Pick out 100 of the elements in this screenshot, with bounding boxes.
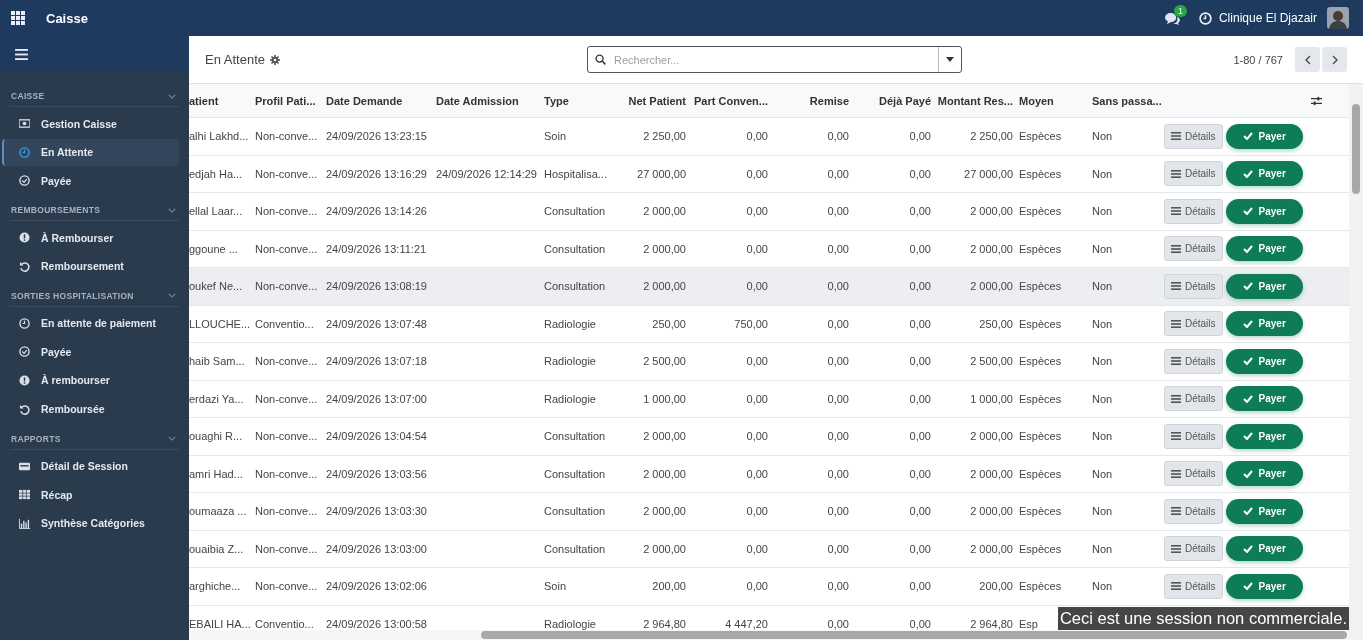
section-heading: REMBOURSEMENTS: [10, 205, 101, 216]
pay-button[interactable]: Payer: [1225, 536, 1303, 562]
chevron-icon[interactable]: [168, 93, 176, 99]
sidebar-item[interactable]: Payée: [2, 167, 179, 195]
company-name[interactable]: Clinique El Djazair: [1218, 11, 1317, 25]
pager-value[interactable]: 1-80 / 767: [1233, 53, 1283, 66]
chevron-icon[interactable]: [168, 207, 176, 213]
sidebar-item[interactable]: Remboursée: [2, 395, 179, 423]
column-header[interactable]: Part Conven...: [694, 94, 768, 107]
column-header[interactable]: Type: [544, 94, 574, 107]
clock-icon[interactable]: [1198, 11, 1212, 25]
details-button[interactable]: Détails: [1164, 311, 1223, 337]
chevron-icon[interactable]: [168, 293, 176, 299]
chevron-icon[interactable]: [168, 436, 176, 442]
table-cell: 2 500,00: [643, 355, 686, 368]
column-header[interactable]: Remise: [809, 94, 849, 107]
sidebar-item[interactable]: À rembourser: [2, 366, 179, 394]
table-cell: 0,00: [909, 430, 931, 443]
table-cell-text: Non-conve...: [255, 430, 319, 443]
vertical-scrollbar[interactable]: [1349, 84, 1363, 640]
user-avatar[interactable]: [1327, 7, 1349, 29]
table-row[interactable]: oukef Ne... Non-conve... 24/09/2026 13:08:19 Consultation 2 000,00 0,00 0,00 0,00 2 000,00 Espèces Non Détails Payer: [189, 268, 1349, 306]
table-cell: 0,00: [827, 317, 849, 330]
table-cell-text: 24/09/2026 13:16:29: [326, 167, 428, 180]
table-cell-text: ouaibia Z...: [189, 542, 245, 555]
chart-icon: [19, 517, 30, 529]
gear-icon[interactable]: [270, 54, 280, 65]
sidebar-item[interactable]: À Rembourser: [2, 224, 179, 252]
details-button[interactable]: Détails: [1164, 498, 1223, 524]
sidebar-item[interactable]: Payée: [2, 338, 179, 366]
table-cell-text: Conventio...: [255, 617, 315, 630]
pay-button[interactable]: Payer: [1225, 311, 1303, 337]
table-cell: 2 964,80: [970, 617, 1013, 630]
table-cell: 0,00: [746, 392, 768, 405]
horizontal-scrollbar[interactable]: [189, 630, 1349, 640]
details-button[interactable]: Détails: [1164, 161, 1223, 187]
column-header[interactable]: Déjà Payé: [879, 94, 931, 107]
section-heading: CAISSE: [10, 91, 45, 101]
details-button[interactable]: Détails: [1164, 461, 1223, 487]
app-title: Caisse: [46, 10, 88, 26]
apps-grid-icon[interactable]: [11, 11, 25, 25]
table-cell: 2 000,00: [643, 430, 686, 443]
table-cell-text: Non: [1092, 467, 1114, 480]
details-button[interactable]: Détails: [1164, 198, 1223, 224]
column-header[interactable]: Moyen: [1019, 94, 1059, 107]
sidebar-item[interactable]: Remboursement: [2, 252, 179, 280]
pay-button[interactable]: Payer: [1225, 236, 1303, 262]
search-field[interactable]: Rechercher...: [587, 46, 962, 73]
sidebar-item[interactable]: En Attente: [2, 138, 179, 166]
details-button[interactable]: Détails: [1164, 386, 1223, 412]
table-cell: 0,00: [827, 242, 849, 255]
details-button[interactable]: Détails: [1164, 273, 1223, 299]
pay-button[interactable]: Payer: [1225, 461, 1303, 487]
column-settings-icon[interactable]: [1311, 95, 1322, 106]
search-input[interactable]: Rechercher...: [612, 52, 938, 67]
column-header[interactable]: Date Admission: [436, 94, 524, 107]
details-button[interactable]: Détails: [1164, 536, 1223, 562]
pay-button[interactable]: Payer: [1225, 273, 1303, 299]
sidebar-item[interactable]: Synthèse Catégories: [2, 509, 179, 537]
pay-button[interactable]: Payer: [1225, 386, 1303, 412]
table-cell-text: Non-conve...: [255, 167, 319, 180]
list-icon: [1171, 132, 1181, 141]
column-header[interactable]: Date Demande: [326, 94, 408, 107]
table-cell: 2 000,00: [643, 280, 686, 293]
column-header[interactable]: Profil Pati...: [255, 94, 321, 107]
details-button[interactable]: Détails: [1164, 123, 1223, 149]
column-header[interactable]: atient: [189, 94, 224, 107]
column-header[interactable]: Montant Res...: [937, 94, 1013, 107]
sidebar-item[interactable]: Récap: [2, 481, 179, 509]
pay-button[interactable]: Payer: [1225, 123, 1303, 149]
list-icon: [1171, 432, 1181, 441]
table-cell-text: Espèces: [1019, 242, 1063, 255]
table-cell: 0,00: [909, 617, 931, 630]
pay-button[interactable]: Payer: [1225, 573, 1303, 599]
sidebar-item[interactable]: Détail de Session: [2, 452, 179, 480]
list-icon: [1171, 169, 1181, 178]
table-cell: 0,00: [827, 355, 849, 368]
list-icon: [1171, 394, 1181, 403]
details-button[interactable]: Détails: [1164, 423, 1223, 449]
table-cell: 0,00: [746, 430, 768, 443]
menu-icon[interactable]: [15, 48, 28, 60]
table-cell: 2 250,00: [643, 130, 686, 143]
details-button[interactable]: Détails: [1164, 348, 1223, 374]
details-button[interactable]: Détails: [1164, 236, 1223, 262]
sidebar-item[interactable]: En attente de paiement: [2, 309, 179, 337]
table-cell: 0,00: [909, 542, 931, 555]
pay-button[interactable]: Payer: [1225, 498, 1303, 524]
column-header[interactable]: Sans passa...: [1092, 94, 1164, 107]
caret-icon[interactable]: [946, 57, 954, 62]
table-cell-text: Non: [1092, 205, 1114, 218]
pay-button[interactable]: Payer: [1225, 348, 1303, 374]
pay-button[interactable]: Payer: [1225, 161, 1303, 187]
sidebar-item[interactable]: Gestion Caisse: [2, 110, 179, 137]
pay-button[interactable]: Payer: [1225, 423, 1303, 449]
pay-button[interactable]: Payer: [1225, 198, 1303, 224]
column-header[interactable]: Net Patient: [628, 94, 686, 107]
table-cell: 0,00: [746, 242, 768, 255]
table-cell: 0,00: [827, 205, 849, 218]
table-cell: 0,00: [746, 355, 768, 368]
details-button[interactable]: Détails: [1164, 573, 1223, 599]
